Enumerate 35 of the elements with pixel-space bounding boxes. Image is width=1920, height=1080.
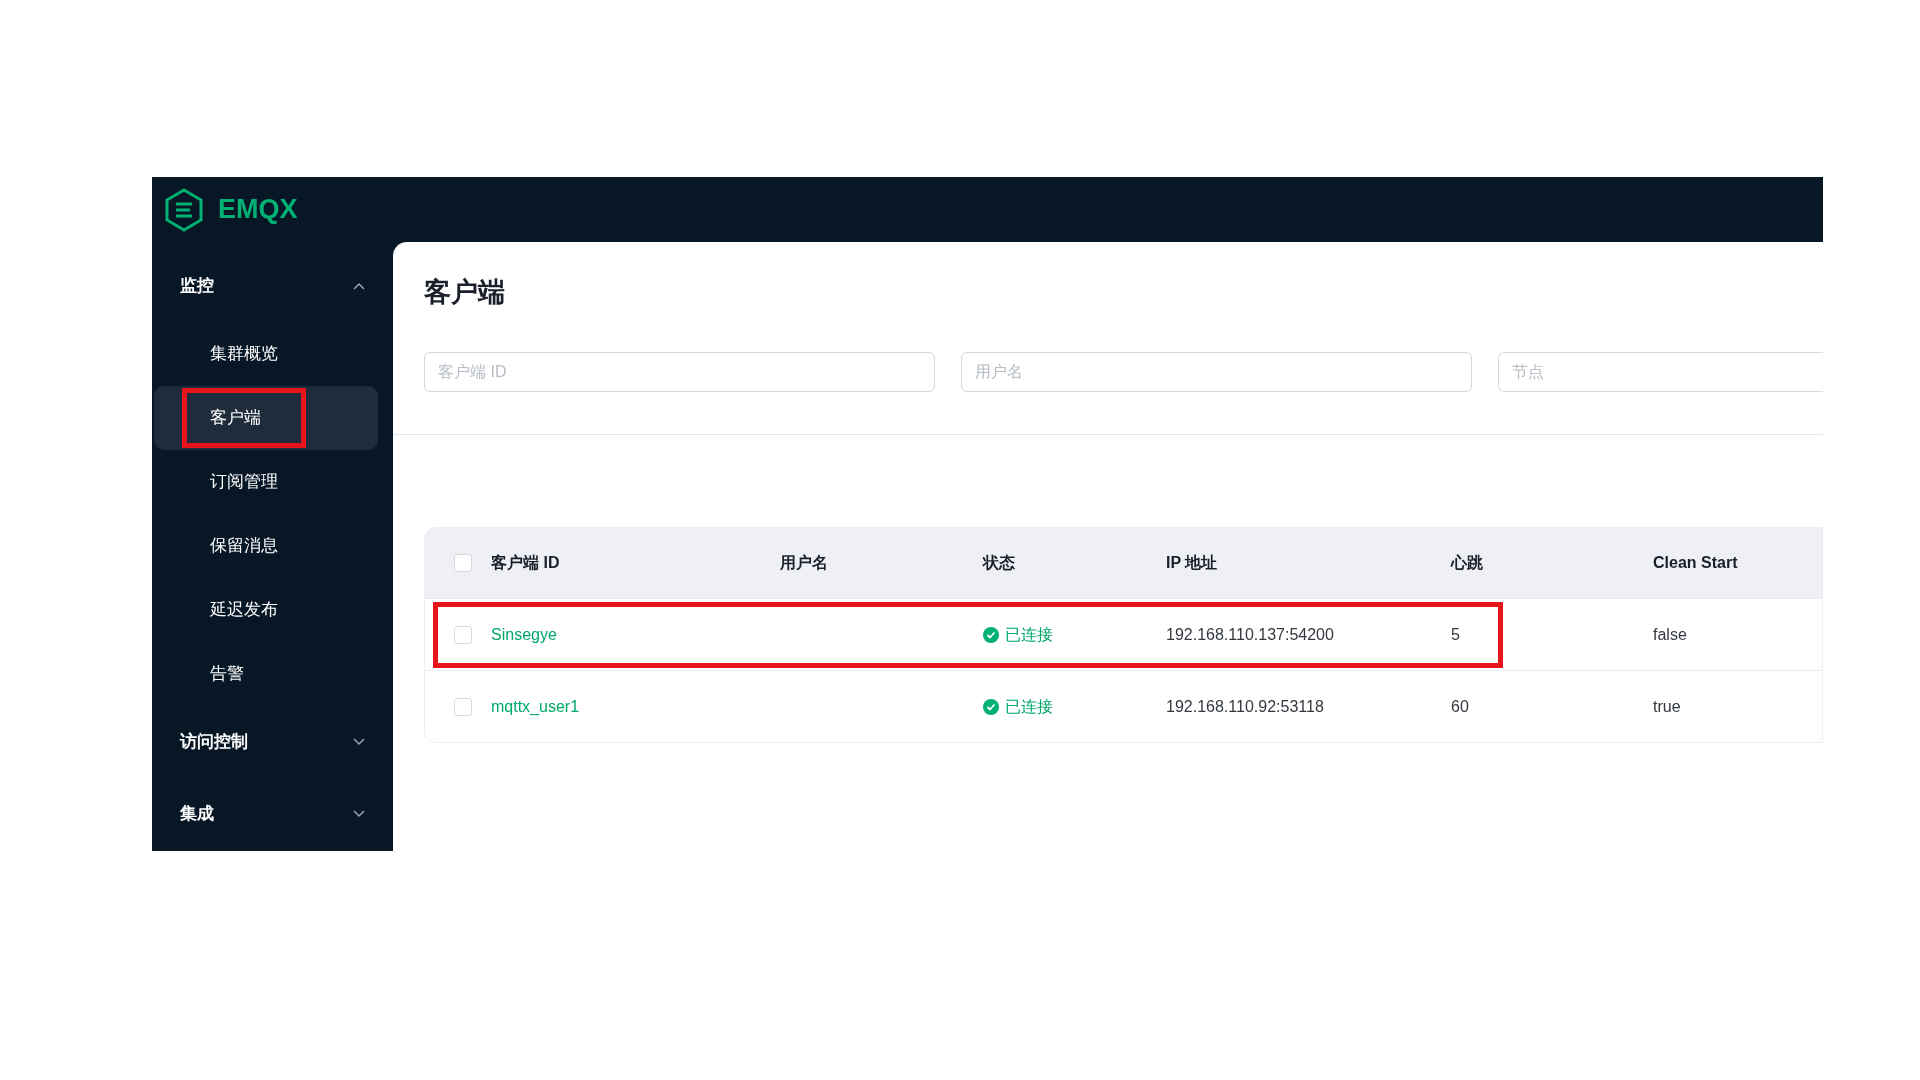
column-header: Clean Start [1653, 553, 1738, 573]
menu-item[interactable]: 告警 [154, 642, 378, 706]
column-header: 状态 [983, 553, 1015, 573]
app-name: EMQX [218, 193, 298, 227]
filter-field[interactable]: 用户名 [961, 352, 1472, 392]
menu-item[interactable]: 客户端 [154, 386, 378, 450]
menu-item[interactable]: 延迟发布 [154, 578, 378, 642]
filter-field[interactable]: 客户端 ID [424, 352, 935, 392]
keepalive-cell-text: 60 [1451, 696, 1469, 717]
filter-field[interactable]: 节点 [1498, 352, 1823, 392]
menu-group[interactable]: 集成 [152, 778, 393, 850]
clean-start-cell-text: false [1653, 624, 1687, 645]
column-header: 用户名 [780, 553, 828, 573]
menu-item[interactable]: 保留消息 [154, 514, 378, 578]
menu-group[interactable]: 监控 [152, 250, 393, 322]
checkbox[interactable] [454, 625, 472, 644]
menu-group-label: 访问控制 [180, 731, 248, 754]
status-text: 已连接 [1005, 696, 1053, 717]
status-text: 已连接 [1005, 624, 1053, 645]
menu-group-label: 监控 [180, 275, 214, 298]
ip-cell-text: 192.168.110.137:54200 [1166, 624, 1334, 645]
page-title: 客户端 [423, 276, 506, 309]
menu-group-label: 集成 [180, 803, 214, 826]
menu-item[interactable]: 集群概览 [154, 322, 378, 386]
checkbox[interactable] [454, 697, 472, 716]
column-header: 心跳 [1451, 553, 1483, 573]
keepalive-cell-text: 5 [1451, 624, 1460, 645]
column-header: IP 地址 [1166, 553, 1218, 573]
ip-cell-text: 192.168.110.92:53118 [1166, 696, 1324, 717]
clean-start-cell-text: true [1653, 696, 1681, 717]
logo-icon [164, 187, 204, 232]
column-header: 客户端 ID [491, 553, 560, 573]
checkbox[interactable] [454, 554, 472, 572]
menu-group[interactable]: 访问控制 [152, 706, 393, 778]
menu-item[interactable]: 订阅管理 [154, 450, 378, 514]
